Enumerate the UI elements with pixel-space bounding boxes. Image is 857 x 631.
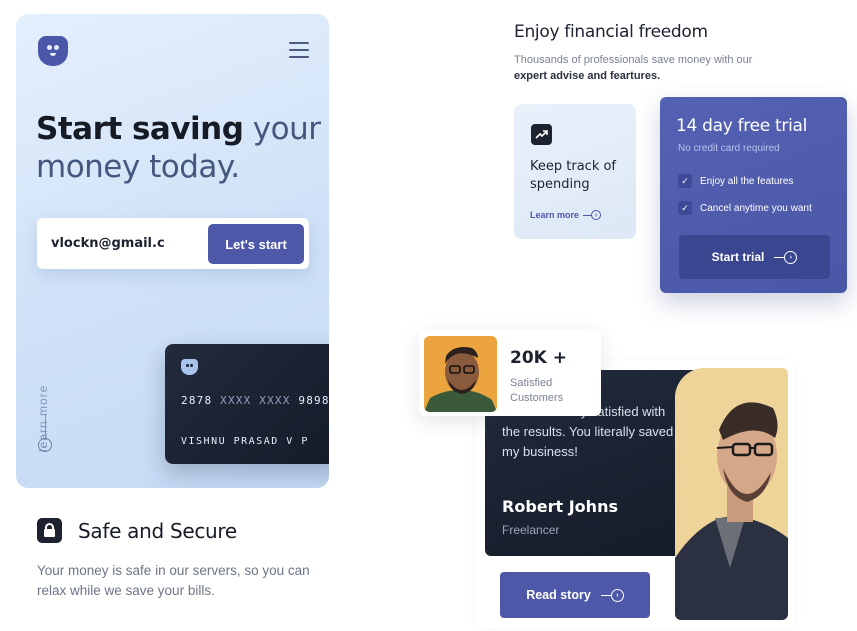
trial-feature-label: Cancel anytime you want — [700, 202, 812, 214]
finance-title: Enjoy financial freedom — [514, 22, 708, 42]
card-number-first: 2878 — [181, 394, 213, 407]
author-role: Freelancer — [502, 523, 560, 537]
customer-photo — [424, 336, 497, 412]
author-name: Robert Johns — [502, 497, 618, 516]
lock-icon — [37, 518, 62, 543]
learn-more-link[interactable]: learn more — [32, 384, 54, 464]
track-spending-card: Keep track of spending Learn more › — [514, 104, 636, 239]
hero-title-soft: your — [243, 111, 321, 147]
trial-feature-label: Enjoy all the features — [700, 175, 794, 187]
trial-title: 14 day free trial — [676, 116, 808, 136]
customers-card: 20K + Satisfied Customers — [419, 330, 601, 416]
card-logo-icon — [181, 359, 198, 375]
card-number: 2878 XXXX XXXX 9898 — [181, 394, 329, 407]
hero-title: Start saving your money today. — [36, 110, 321, 186]
card-number-last: 9898 — [298, 394, 329, 407]
app-logo-icon[interactable] — [38, 36, 68, 66]
learn-more-line — [45, 414, 46, 438]
hero-title-strong: Start saving — [36, 111, 244, 147]
check-icon: ✓ — [678, 174, 692, 188]
safe-secure-section: Safe and Secure Your money is safe in ou… — [16, 488, 338, 630]
lets-start-button[interactable]: Let's start — [208, 224, 304, 264]
finance-subtitle-plain: Thousands of professionals save money wi… — [514, 54, 753, 66]
free-trial-card: 14 day free trial No credit card require… — [660, 97, 847, 293]
track-learn-more-label: Learn more — [530, 210, 580, 220]
safe-description: Your money is safe in our servers, so yo… — [37, 563, 310, 598]
hero-title-line-2: money today. — [36, 149, 240, 185]
trend-up-icon — [531, 124, 552, 145]
trial-subtitle: No credit card required — [678, 143, 780, 154]
read-story-button[interactable]: Read story › — [500, 572, 650, 618]
customer-count-label: Satisfied Customers — [510, 377, 564, 404]
hero-panel: Start saving your money today. Let's sta… — [16, 14, 329, 488]
start-trial-label: Start trial — [711, 250, 765, 264]
finance-subtitle: Thousands of professionals save money wi… — [514, 52, 754, 84]
track-card-title: Keep track of spending — [530, 159, 617, 192]
check-icon: ✓ — [678, 201, 692, 215]
email-signup-box: Let's start — [37, 218, 309, 269]
card-holder-name: VISHNU PRASAD V P — [181, 436, 309, 447]
author-photo — [675, 368, 788, 620]
read-story-label: Read story — [526, 588, 591, 602]
arrow-right-icon: › — [600, 588, 624, 602]
start-trial-button[interactable]: Start trial › — [679, 235, 830, 279]
finance-subtitle-bold: expert advise and feartures. — [514, 70, 661, 82]
chevron-down-icon[interactable]: ⌄ — [38, 438, 52, 452]
arrow-right-icon: › — [774, 250, 798, 264]
safe-title: Safe and Secure — [78, 519, 237, 543]
credit-card: 2878 XXXX XXXX 9898 VISHNU PRASAD V P — [165, 344, 329, 464]
card-number-mask-1: XXXX — [220, 394, 252, 407]
trial-feature: ✓ Cancel anytime you want — [678, 201, 812, 215]
email-input[interactable] — [51, 232, 206, 254]
arrow-right-icon: › — [583, 210, 602, 220]
trial-feature: ✓ Enjoy all the features — [678, 174, 793, 188]
menu-icon[interactable] — [289, 42, 309, 59]
customer-count: 20K + — [510, 348, 567, 368]
card-number-mask-2: XXXX — [259, 394, 291, 407]
track-learn-more-link[interactable]: Learn more › — [530, 210, 602, 220]
